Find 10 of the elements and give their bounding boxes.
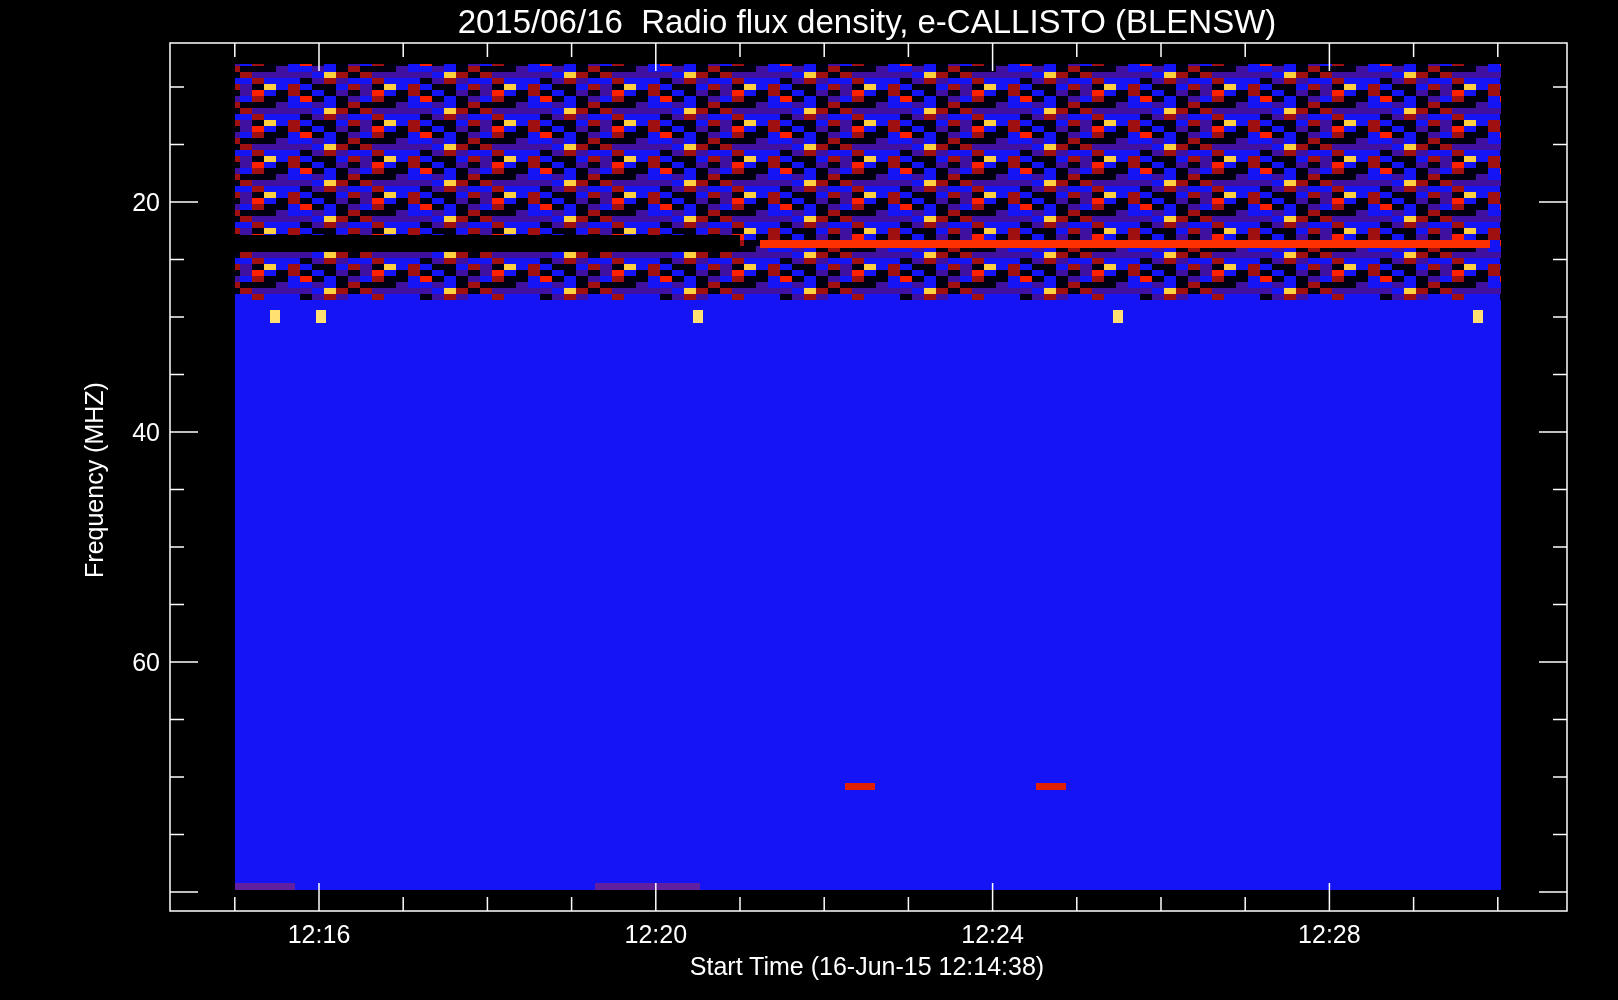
y-axis-label: Frequency (MHZ) (80, 382, 108, 578)
chart-title: 2015/06/16 Radio flux density, e-CALLISTO (BLENSW) (457, 3, 1277, 40)
x-tick-label: 12:16 (287, 920, 351, 948)
x-axis-label: Start Time (16-Jun-15 12:14:38) (689, 952, 1045, 980)
x-tick-label: 12:28 (1298, 920, 1361, 948)
y-tick-label: 20 (132, 188, 160, 216)
y-tick-label: 40 (132, 418, 160, 446)
y-tick-label: 60 (132, 648, 160, 676)
x-tick-label: 12:20 (624, 920, 688, 948)
x-tick-label: 12:24 (961, 920, 1024, 948)
